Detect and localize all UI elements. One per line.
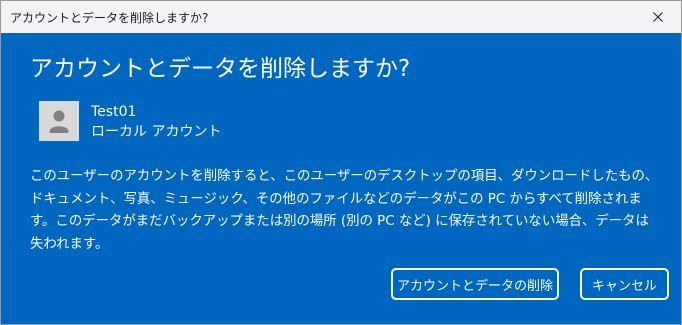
- account-name: Test01: [91, 104, 137, 120]
- dialog-content: アカウントとデータを削除しますか? Test01 ローカル アカウント このユー…: [1, 33, 681, 324]
- close-icon: [653, 12, 663, 22]
- dialog-heading: アカウントとデータを削除しますか?: [30, 56, 411, 82]
- window-title: アカウントとデータを削除しますか?: [10, 10, 209, 25]
- user-avatar-icon: [39, 101, 79, 141]
- title-bar: アカウントとデータを削除しますか?: [1, 1, 681, 33]
- close-button[interactable]: [635, 1, 681, 33]
- cancel-button[interactable]: キャンセル: [580, 268, 669, 300]
- dialog-window: アカウントとデータを削除しますか? アカウントとデータを削除しますか? Test…: [0, 0, 682, 325]
- delete-account-and-data-button[interactable]: アカウントとデータの削除: [391, 268, 559, 300]
- dialog-description: このユーザーのアカウントを削除すると、このユーザーのデスクトップの項目、ダウンロ…: [30, 169, 659, 252]
- account-type: ローカル アカウント: [91, 124, 222, 140]
